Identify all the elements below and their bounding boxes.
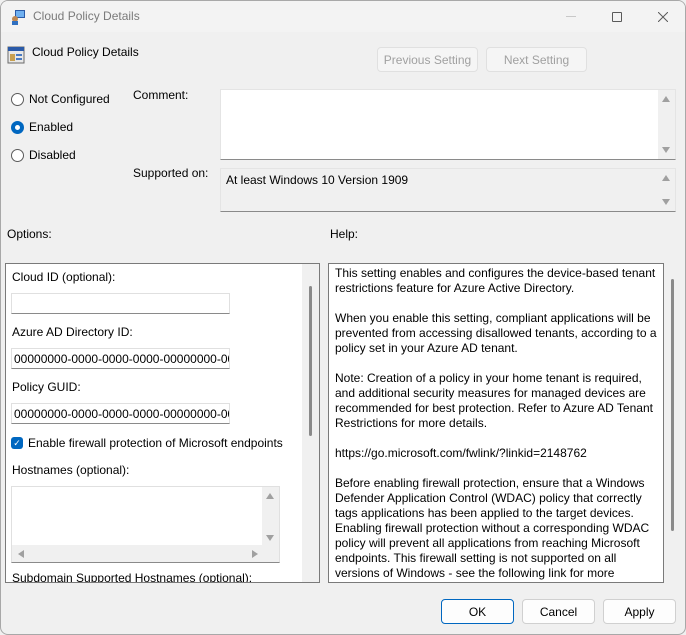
radio-not-configured[interactable]: Not Configured bbox=[11, 92, 110, 106]
options-scrollbar-thumb[interactable] bbox=[309, 286, 312, 436]
supported-on-field: At least Windows 10 Version 1909 bbox=[220, 168, 676, 212]
help-paragraph: Before enabling firewall protection, ens… bbox=[335, 476, 650, 580]
scroll-up-icon[interactable] bbox=[662, 96, 670, 102]
help-paragraph: Note: Creation of a policy in your home … bbox=[335, 371, 653, 430]
subdomain-hostnames-label: Subdomain Supported Hostnames (optional)… bbox=[12, 571, 253, 583]
policy-guid-label: Policy GUID: bbox=[12, 380, 81, 394]
close-icon bbox=[658, 11, 668, 22]
comment-label: Comment: bbox=[133, 88, 189, 102]
scroll-down-icon[interactable] bbox=[662, 199, 670, 205]
radio-enabled[interactable]: Enabled bbox=[11, 120, 73, 134]
hostnames-vscrollbar[interactable] bbox=[262, 487, 279, 547]
firewall-checkbox[interactable]: ✓ bbox=[11, 437, 23, 449]
options-panel: Cloud ID (optional): Azure AD Directory … bbox=[5, 263, 320, 583]
help-label: Help: bbox=[330, 227, 359, 241]
scroll-down-icon[interactable] bbox=[266, 535, 274, 541]
scroll-right-icon[interactable] bbox=[252, 550, 258, 558]
directory-id-input[interactable]: 00000000-0000-0000-0000-00000000-0000 bbox=[11, 348, 230, 369]
comment-textarea[interactable] bbox=[220, 89, 676, 160]
radio-button[interactable] bbox=[11, 148, 24, 162]
policy-setting-icon bbox=[7, 46, 25, 64]
ok-button[interactable]: OK bbox=[441, 599, 514, 624]
minimize-icon bbox=[566, 16, 576, 17]
radio-label: Not Configured bbox=[29, 92, 110, 106]
directory-id-label: Azure AD Directory ID: bbox=[12, 325, 133, 339]
options-label: Options: bbox=[7, 227, 52, 241]
firewall-checkbox-label: Enable firewall protection of Microsoft … bbox=[28, 436, 283, 450]
previous-setting-button[interactable]: Previous Setting bbox=[377, 47, 478, 72]
setting-title: Cloud Policy Details bbox=[32, 45, 139, 59]
scroll-up-icon[interactable] bbox=[266, 493, 274, 499]
radio-label: Disabled bbox=[29, 148, 76, 162]
maximize-icon bbox=[612, 11, 622, 22]
radio-label: Enabled bbox=[29, 120, 74, 134]
window-title: Cloud Policy Details bbox=[33, 9, 140, 23]
scroll-down-icon[interactable] bbox=[662, 147, 670, 153]
radio-button[interactable] bbox=[11, 92, 24, 106]
help-link: https://go.microsoft.com/fwlink/?linkid=… bbox=[335, 446, 587, 460]
comment-scrollbar[interactable] bbox=[658, 90, 675, 159]
hostnames-hscrollbar[interactable] bbox=[12, 545, 264, 562]
policy-editor-icon bbox=[12, 10, 25, 25]
cloud-id-input[interactable] bbox=[11, 293, 230, 314]
cloud-id-label: Cloud ID (optional): bbox=[12, 270, 116, 284]
supported-scrollbar[interactable] bbox=[658, 169, 675, 211]
radio-button[interactable] bbox=[11, 120, 24, 134]
title-bar: Cloud Policy Details bbox=[1, 1, 685, 32]
cancel-button[interactable]: Cancel bbox=[522, 599, 595, 624]
maximize-button[interactable] bbox=[594, 1, 640, 32]
minimize-button[interactable] bbox=[548, 1, 594, 32]
help-scrollbar-thumb[interactable] bbox=[671, 279, 674, 531]
options-scrollbar[interactable] bbox=[302, 264, 319, 582]
scroll-up-icon[interactable] bbox=[662, 175, 670, 181]
scroll-left-icon[interactable] bbox=[18, 550, 24, 558]
apply-button[interactable]: Apply bbox=[603, 599, 676, 624]
policy-guid-input[interactable]: 00000000-0000-0000-0000-00000000-0000 bbox=[11, 403, 230, 424]
next-setting-button[interactable]: Next Setting bbox=[486, 47, 587, 72]
supported-on-label: Supported on: bbox=[133, 166, 209, 180]
radio-disabled[interactable]: Disabled bbox=[11, 148, 76, 162]
cloud-policy-details-dialog: Cloud Policy Details Cloud Policy Detail… bbox=[0, 0, 686, 635]
help-paragraph: When you enable this setting, compliant … bbox=[335, 311, 657, 355]
help-paragraph: This setting enables and configures the … bbox=[335, 266, 656, 295]
hostnames-textarea[interactable] bbox=[11, 486, 280, 563]
close-button[interactable] bbox=[640, 1, 685, 32]
supported-on-value: At least Windows 10 Version 1909 bbox=[226, 173, 409, 187]
hostnames-label: Hostnames (optional): bbox=[12, 463, 130, 477]
scroll-corner bbox=[262, 545, 279, 562]
help-panel: This setting enables and configures the … bbox=[328, 263, 664, 583]
firewall-checkbox-row[interactable]: ✓ Enable firewall protection of Microsof… bbox=[11, 436, 283, 450]
